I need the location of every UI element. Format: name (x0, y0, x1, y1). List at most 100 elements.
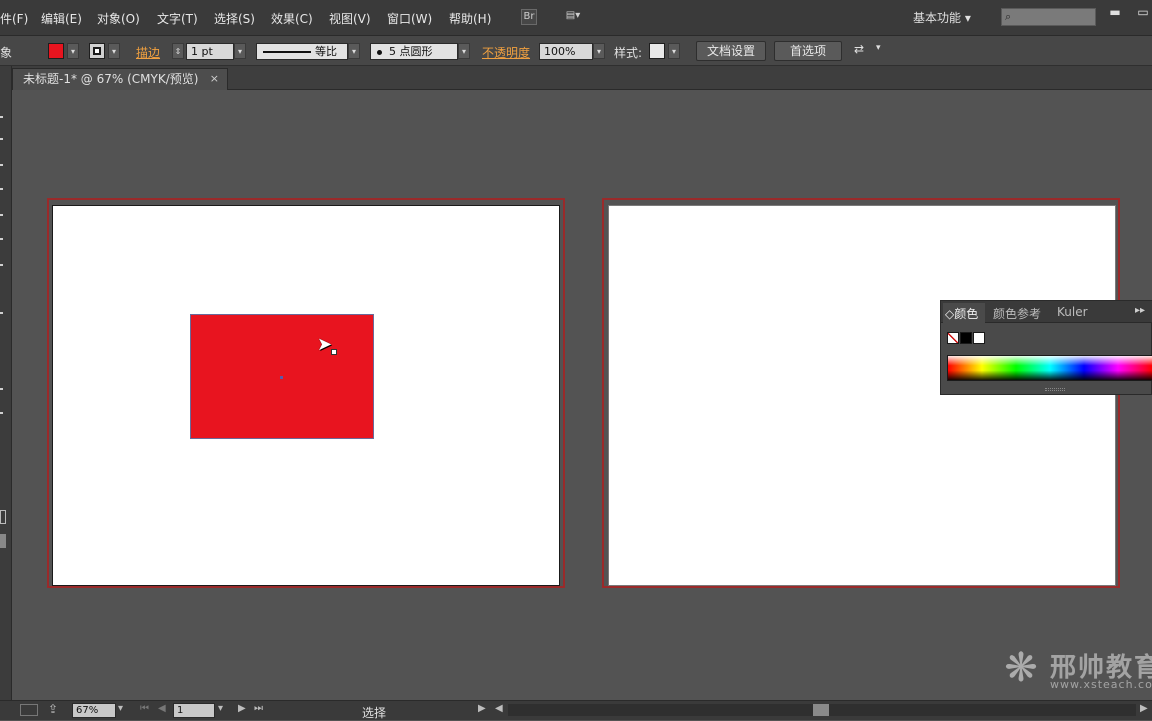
chevron-down-icon[interactable]: ▾ (118, 703, 123, 714)
panel-menu-icon[interactable]: ▸▸ (1135, 305, 1145, 316)
stroke-weight-field[interactable]: 1 pt (186, 43, 234, 60)
menu-select[interactable]: 选择(S) (214, 10, 255, 27)
chevron-down-icon[interactable]: ▾ (348, 43, 360, 59)
chevron-down-icon[interactable]: ▾ (458, 43, 470, 59)
scroll-right-icon[interactable]: ▶ (1140, 703, 1148, 714)
tool-tick (0, 238, 3, 240)
chevron-down-icon[interactable]: ▾ (218, 703, 223, 714)
stroke-color-swatch[interactable] (89, 43, 105, 59)
chevron-down-icon[interactable]: ▾ (593, 43, 605, 59)
graphic-style-swatch[interactable] (649, 43, 665, 59)
stroke-line-preview (263, 51, 311, 53)
menu-effect[interactable]: 效果(C) (271, 10, 313, 27)
stroke-profile-field[interactable]: 等比 (256, 43, 348, 60)
tool-tick (0, 264, 3, 266)
tool-tick (0, 116, 3, 118)
restore-button[interactable]: ▭ (1134, 5, 1152, 19)
stroke-panel-link[interactable]: 描边 (136, 44, 160, 61)
collapse-arrows-icon: ◇ (945, 307, 955, 321)
scroll-left-icon[interactable]: ◀ (495, 703, 503, 714)
fill-color-swatch[interactable] (48, 43, 64, 59)
tool-tick (0, 138, 3, 140)
menu-edit[interactable]: 编辑(E) (41, 10, 82, 27)
opacity-field[interactable]: 100% (539, 43, 593, 60)
color-panel-tabs: ◇颜色 颜色参考 Kuler ▸▸ (941, 301, 1152, 323)
status-bar: ⇪ 67% ▾ ⏮ ◀ 1 ▾ ▶ ⏭ 选择 ▶ ◀ ▶ (0, 700, 1152, 720)
artboard-nav-icon[interactable] (20, 704, 38, 716)
menu-bar: 件(F) 编辑(E) 对象(O) 文字(T) 选择(S) 效果(C) 视图(V)… (0, 0, 1152, 36)
document-tab-title: 未标题-1* @ 67% (CMYK/预览) (23, 72, 199, 86)
document-tab-strip: 未标题-1* @ 67% (CMYK/预览) × (12, 66, 1152, 90)
tools-panel-edge[interactable] (0, 66, 12, 700)
chevron-down-icon[interactable]: ▾ (876, 43, 881, 53)
red-rectangle[interactable] (190, 314, 374, 439)
tab-kuler[interactable]: Kuler (1057, 305, 1088, 319)
screen-mode-toggle[interactable] (0, 534, 6, 548)
previous-artboard-icon[interactable]: ◀ (158, 703, 166, 714)
stroke-profile-label: 等比 (315, 45, 337, 58)
chevron-down-icon[interactable]: ▾ (67, 43, 79, 59)
white-swatch[interactable] (973, 332, 985, 344)
share-icon[interactable]: ⇪ (48, 702, 58, 716)
next-artboard-icon[interactable]: ▶ (238, 703, 246, 714)
first-artboard-icon[interactable]: ⏮ (140, 703, 149, 714)
artboard-2[interactable] (608, 205, 1116, 586)
workspace-switcher[interactable]: 基本功能 ▾ (913, 9, 971, 26)
artboard-1[interactable]: ➤ (52, 205, 560, 586)
tool-tick (0, 312, 3, 314)
brush-label: 5 点圆形 (389, 45, 433, 58)
menu-help[interactable]: 帮助(H) (449, 10, 491, 27)
menu-view[interactable]: 视图(V) (329, 10, 371, 27)
workspace-label: 基本功能 (913, 11, 962, 25)
close-icon[interactable]: × (210, 69, 219, 89)
search-icon: ⌕ (1005, 10, 1012, 23)
zoom-field[interactable]: 67% (72, 703, 116, 718)
chevron-down-icon[interactable]: ▾ (108, 43, 120, 59)
fill-stroke-toggle[interactable] (0, 510, 6, 524)
document-tab[interactable]: 未标题-1* @ 67% (CMYK/预览) × (12, 68, 228, 90)
tab-color-label: 颜色 (954, 307, 979, 321)
bridge-icon[interactable]: Br (521, 9, 537, 25)
menu-file[interactable]: 件(F) (0, 10, 28, 27)
minimize-button[interactable]: ▬ (1106, 5, 1124, 19)
brush-dot-icon (377, 50, 382, 55)
menu-window[interactable]: 窗口(W) (387, 10, 432, 27)
horizontal-scrollbar[interactable] (508, 704, 1136, 716)
center-point (280, 376, 283, 379)
resize-grip-icon[interactable] (1045, 388, 1065, 391)
color-panel: ◇颜色 颜色参考 Kuler ▸▸ (940, 300, 1152, 395)
menu-object[interactable]: 对象(O) (97, 10, 140, 27)
last-artboard-icon[interactable]: ⏭ (254, 703, 263, 714)
watermark-url: www.xsteach.com (1050, 678, 1152, 691)
selection-cursor-icon: ➤ (317, 334, 333, 355)
black-swatch[interactable] (960, 332, 972, 344)
tab-color[interactable]: ◇颜色 (945, 305, 978, 322)
tool-tick (0, 188, 3, 190)
chevron-down-icon[interactable]: ▾ (668, 43, 680, 59)
none-swatch[interactable] (947, 332, 959, 344)
style-label: 样式: (614, 46, 643, 60)
menu-type[interactable]: 文字(T) (157, 10, 198, 27)
tool-tick (0, 164, 3, 166)
preferences-button[interactable]: 首选项 (774, 41, 842, 61)
scrollbar-thumb[interactable] (813, 704, 829, 716)
tab-color-guide[interactable]: 颜色参考 (993, 305, 1041, 322)
tool-tick (0, 388, 3, 390)
document-setup-button[interactable]: 文档设置 (696, 41, 766, 61)
arrange-documents-icon[interactable]: ▤▾ (560, 9, 586, 25)
search-input[interactable]: ⌕ (1001, 8, 1096, 26)
chevron-down-icon[interactable]: ▾ (234, 43, 246, 59)
arrange-icon[interactable]: ⇄ (854, 42, 864, 56)
stroke-weight-spinner[interactable]: ⇕ (172, 43, 184, 59)
watermark: ❋ 邢帅教育 www.xsteach.com (998, 645, 1152, 695)
brush-definition-field[interactable]: 5 点圆形 (370, 43, 458, 60)
canvas[interactable]: ➤ (12, 90, 1152, 700)
current-tool-status: 选择 (362, 706, 387, 720)
cursor-square-icon (331, 349, 337, 355)
tool-tick (0, 214, 3, 216)
opacity-panel-link[interactable]: 不透明度 (482, 44, 530, 61)
color-spectrum[interactable] (947, 355, 1152, 381)
status-menu-icon[interactable]: ▶ (478, 703, 486, 714)
artboard-number-field[interactable]: 1 (173, 703, 215, 718)
tool-tick (0, 412, 3, 414)
